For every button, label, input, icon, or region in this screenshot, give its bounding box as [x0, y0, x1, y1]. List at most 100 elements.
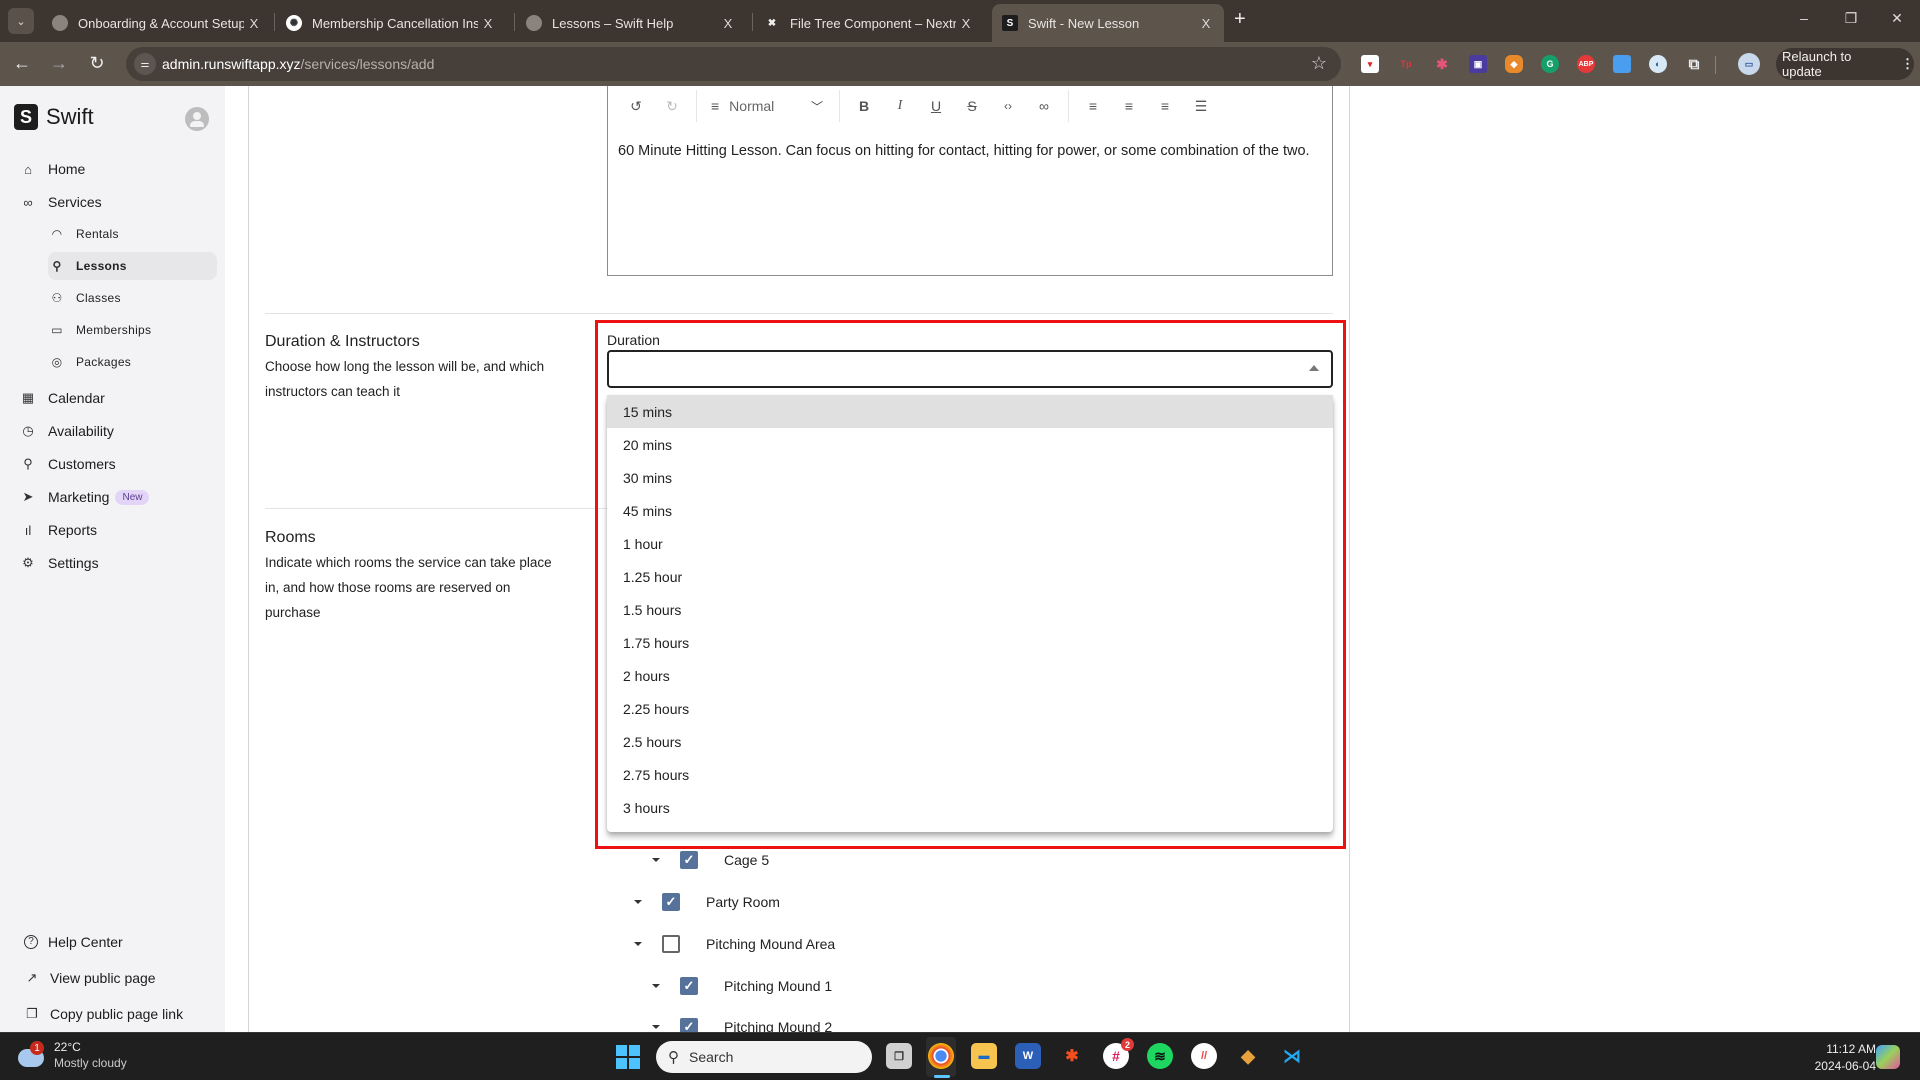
vscode-icon[interactable]: ⋊	[1279, 1043, 1305, 1069]
close-tab-icon[interactable]: X	[956, 16, 976, 31]
close-tab-icon[interactable]: X	[1196, 16, 1216, 31]
sidebar-item-reports[interactable]: ıl Reports	[20, 519, 97, 541]
window-close-icon[interactable]: ✕	[1887, 10, 1907, 27]
minimize-icon[interactable]: –	[1794, 10, 1814, 26]
forward-icon[interactable]: →	[47, 53, 71, 74]
openai-icon: ✺	[286, 15, 302, 31]
sidebar-copy-public-link[interactable]: ❐ Copy public page link	[24, 1003, 183, 1025]
caret-down-icon[interactable]	[634, 900, 642, 904]
sidebar-item-rentals[interactable]: ◠ Rentals	[48, 220, 217, 248]
relaunch-button[interactable]: Relaunch to update ⋮	[1776, 48, 1914, 80]
slack-icon[interactable]: # 2	[1103, 1038, 1134, 1069]
align-center-icon[interactable]: ≡	[1111, 98, 1147, 114]
spotify-icon[interactable]: ≋	[1147, 1043, 1173, 1069]
extensions-puzzle-icon[interactable]: ⧉	[1685, 55, 1703, 73]
caret-down-icon[interactable]	[652, 984, 660, 988]
figma-icon[interactable]: ✱	[1059, 1043, 1085, 1069]
align-left-icon[interactable]: ≡	[1075, 98, 1111, 114]
redo-icon[interactable]: ↻	[654, 98, 690, 115]
password-extension-icon[interactable]: ◐	[1649, 55, 1667, 73]
browser-tab[interactable]: ✖ File Tree Component – Nextra X	[754, 4, 984, 42]
sidebar-item-customers[interactable]: ⚲ Customers	[20, 453, 115, 475]
paragraph-icon: ≡	[711, 98, 720, 114]
sidebar-item-services[interactable]: ∞ Services	[20, 191, 101, 213]
notification-badge: 1	[30, 1041, 44, 1055]
tab-separator	[752, 13, 753, 31]
site-info-icon[interactable]: ⚌	[134, 53, 156, 75]
browser-tab-active[interactable]: S Swift - New Lesson X	[992, 4, 1224, 42]
weather-widget[interactable]: 1 22°C Mostly cloudy	[18, 1039, 127, 1071]
tp-extension-icon[interactable]: Tp	[1397, 55, 1415, 73]
italic-icon[interactable]: I	[882, 98, 918, 114]
bookmark-star-icon[interactable]: ☆	[1311, 53, 1327, 74]
sidebar-item-availability[interactable]: ◷ Availability	[20, 420, 114, 442]
code-icon[interactable]: ‹›	[990, 99, 1026, 113]
sidebar-view-public-page[interactable]: ↗ View public page	[24, 967, 156, 989]
monday-icon[interactable]: //	[1191, 1043, 1217, 1069]
sidebar-item-memberships[interactable]: ▭ Memberships	[48, 316, 217, 344]
sidebar-item-lessons[interactable]: ⚲ Lessons	[48, 252, 217, 280]
sidebar-item-marketing[interactable]: ➤ Marketing New	[20, 486, 150, 508]
toolbar-separator	[696, 90, 697, 122]
sidebar-item-settings[interactable]: ⚙ Settings	[20, 552, 98, 574]
puzzle-pink-extension-icon[interactable]: ✱	[1433, 55, 1451, 73]
word-icon[interactable]: W	[1015, 1043, 1041, 1069]
brand-logo[interactable]: S Swift	[14, 104, 94, 130]
close-tab-icon[interactable]: X	[478, 16, 498, 31]
sidebar-item-calendar[interactable]: ▦ Calendar	[20, 387, 105, 409]
user-avatar[interactable]	[185, 107, 209, 131]
new-tab-button[interactable]: +	[1234, 8, 1246, 31]
file-explorer-icon[interactable]: ▬	[971, 1043, 997, 1069]
address-bar[interactable]: ⚌ admin.runswiftapp.xyz/services/lessons…	[126, 47, 1341, 81]
grammarly-extension-icon[interactable]: G	[1541, 55, 1559, 73]
rooms-section-description: Indicate which rooms the service can tak…	[265, 555, 552, 620]
browser-tab[interactable]: Onboarding & Account Setup – X	[42, 4, 272, 42]
sidebar-item-classes[interactable]: ⚇ Classes	[48, 284, 217, 312]
more-menu-icon[interactable]: ⋮	[1901, 56, 1914, 72]
mcafee-extension-icon[interactable]: ▾	[1361, 55, 1379, 73]
underline-icon[interactable]: U	[918, 98, 954, 114]
blue-extension-icon[interactable]	[1613, 55, 1631, 73]
browser-tab[interactable]: ✺ Membership Cancellation Instru X	[276, 4, 506, 42]
room-checkbox[interactable]: ✓	[680, 977, 698, 995]
sidebar-item-home[interactable]: ⌂ Home	[20, 158, 85, 180]
caret-down-icon[interactable]	[652, 1025, 660, 1029]
purple-extension-icon[interactable]: ▣	[1469, 55, 1487, 73]
caret-down-icon[interactable]	[634, 942, 642, 946]
restore-icon[interactable]: ❐	[1841, 10, 1861, 27]
profile-avatar[interactable]: ▭	[1738, 53, 1760, 75]
git-tool-icon[interactable]: ◆	[1235, 1043, 1261, 1069]
align-justify-icon[interactable]: ☰	[1183, 98, 1219, 115]
task-view-icon[interactable]: ❐	[886, 1043, 912, 1069]
browser-tab[interactable]: Lessons – Swift Help X	[516, 4, 746, 42]
align-right-icon[interactable]: ≡	[1147, 98, 1183, 114]
strikethrough-icon[interactable]: S	[954, 98, 990, 114]
taskbar-search[interactable]: ⚲ Search	[656, 1041, 872, 1073]
reload-icon[interactable]: ↻	[85, 53, 109, 74]
description-editor[interactable]: ↺ ↻ ≡ Normal ﹀ B I U S ‹› ∞ ≡ ≡ ≡ ☰ 60 M…	[607, 86, 1333, 276]
caret-down-icon[interactable]	[652, 858, 660, 862]
sidebar-help-center[interactable]: ? Help Center	[24, 931, 123, 953]
room-checkbox[interactable]: ✓	[662, 893, 680, 911]
close-tab-icon[interactable]: X	[244, 16, 264, 31]
system-clock[interactable]: 11:12 AM 2024-06-04	[1790, 1041, 1876, 1075]
chrome-icon[interactable]	[928, 1043, 954, 1069]
duration-section-description: Choose how long the lesson will be, and …	[265, 359, 545, 399]
editor-toolbar: ↺ ↻ ≡ Normal ﹀ B I U S ‹› ∞ ≡ ≡ ≡ ☰	[608, 86, 1332, 126]
room-checkbox[interactable]	[662, 935, 680, 953]
editor-content[interactable]: 60 Minute Hitting Lesson. Can focus on h…	[618, 141, 1322, 161]
room-checkbox[interactable]: ✓	[680, 851, 698, 869]
undo-icon[interactable]: ↺	[618, 98, 654, 115]
link-icon[interactable]: ∞	[1026, 98, 1062, 114]
copilot-icon[interactable]	[1876, 1045, 1900, 1069]
back-icon[interactable]: ←	[10, 53, 34, 74]
bold-icon[interactable]: B	[846, 98, 882, 114]
metamask-extension-icon[interactable]: ◆	[1505, 55, 1523, 73]
nextra-icon: ✖	[767, 17, 777, 29]
windows-start-icon[interactable]	[616, 1045, 640, 1069]
adblock-plus-extension-icon[interactable]: ABP	[1577, 55, 1595, 73]
close-tab-icon[interactable]: X	[718, 16, 738, 31]
tab-search-button[interactable]: ⌄	[8, 8, 34, 34]
sidebar-item-packages[interactable]: ◎ Packages	[48, 348, 217, 376]
block-style-dropdown[interactable]: ≡ Normal ﹀	[703, 98, 833, 115]
